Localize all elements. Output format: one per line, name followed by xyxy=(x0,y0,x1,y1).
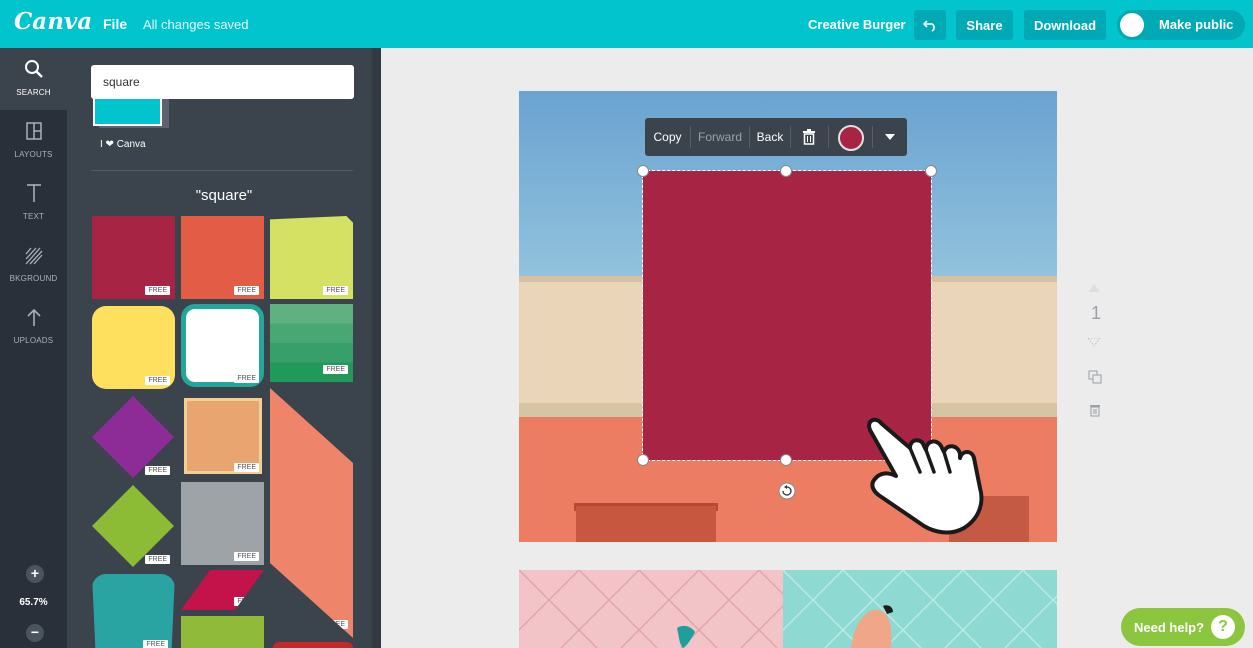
free-badge: FREE xyxy=(145,376,170,385)
upload-icon xyxy=(26,308,41,326)
rail-item-text[interactable]: TEXT xyxy=(0,172,67,234)
move-page-up-icon[interactable] xyxy=(1088,284,1100,292)
result-shape-red[interactable] xyxy=(273,642,353,648)
save-status: All changes saved xyxy=(143,17,249,32)
previous-section-label: I ❤ Canva xyxy=(100,139,146,150)
file-menu[interactable]: File xyxy=(103,16,127,32)
result-parallelogram-salmon[interactable]: FREE xyxy=(270,388,353,638)
delete-page-icon[interactable] xyxy=(1088,403,1102,417)
undo-icon xyxy=(923,20,935,32)
duplicate-page-icon[interactable] xyxy=(1088,370,1102,384)
result-square-orange[interactable]: FREE xyxy=(181,216,264,299)
result-rounded-yellow[interactable]: FREE xyxy=(92,306,175,389)
caret-down-icon xyxy=(885,134,895,140)
left-rail: SEARCH LAYOUTS TEXT BKGROUND UPLOADS xyxy=(0,48,67,648)
background-icon xyxy=(25,247,42,265)
download-button[interactable]: Download xyxy=(1024,10,1106,40)
tile-pattern-left xyxy=(519,570,838,648)
question-icon: ? xyxy=(1211,615,1235,639)
result-shape-teal[interactable]: FREE xyxy=(92,574,175,648)
rotate-handle-icon[interactable] xyxy=(778,482,796,500)
result-diamond-purple[interactable]: FREE xyxy=(91,395,175,479)
zoom-out-button[interactable]: − xyxy=(26,624,44,642)
undo-button[interactable] xyxy=(914,10,946,40)
resize-handle-bottom[interactable] xyxy=(780,454,792,466)
toggle-knob xyxy=(1120,13,1144,37)
background-bench xyxy=(576,506,716,542)
previous-result-thumb[interactable] xyxy=(93,98,162,126)
search-icon xyxy=(24,60,43,78)
resize-handle-top-left[interactable] xyxy=(637,165,649,177)
rail-item-search[interactable]: SEARCH xyxy=(0,48,67,110)
design-page-2[interactable] xyxy=(519,570,1057,648)
make-public-label: Make public xyxy=(1159,17,1234,32)
toolbar-separator xyxy=(828,126,829,148)
free-badge: FREE xyxy=(234,463,259,472)
color-swatch[interactable] xyxy=(838,125,864,151)
forward-button[interactable]: Forward xyxy=(691,118,749,156)
rail-label-background: BKGROUND xyxy=(9,274,58,283)
free-badge: FREE xyxy=(323,286,348,295)
panel-scrollbar[interactable] xyxy=(372,48,381,648)
resize-handle-top[interactable] xyxy=(780,165,792,177)
free-badge: FREE xyxy=(234,552,259,561)
back-button[interactable]: Back xyxy=(750,118,790,156)
rail-item-background[interactable]: BKGROUND xyxy=(0,234,67,296)
top-bar: Canva File All changes saved Creative Bu… xyxy=(0,0,1253,48)
results-title: "square" xyxy=(195,187,253,204)
page-2-image-left xyxy=(519,570,838,648)
search-panel: I ❤ Canva "square" FREE FREE FREE FREE F… xyxy=(67,48,381,648)
free-badge: FREE xyxy=(145,555,170,564)
delete-button[interactable] xyxy=(791,118,827,156)
free-badge: FREE xyxy=(234,374,259,383)
search-input[interactable] xyxy=(91,65,354,99)
share-button[interactable]: Share xyxy=(956,10,1013,40)
design-title[interactable]: Creative Burger xyxy=(808,17,906,32)
page-2-image-right xyxy=(764,570,1057,648)
help-label: Need help? xyxy=(1134,620,1205,635)
free-badge: FREE xyxy=(145,286,170,295)
free-badge: FREE xyxy=(234,597,259,606)
free-badge: FREE xyxy=(234,286,259,295)
text-icon xyxy=(26,184,41,202)
free-badge: FREE xyxy=(145,466,170,475)
result-square-crimson[interactable]: FREE xyxy=(92,216,175,299)
canva-logo[interactable]: Canva xyxy=(14,8,92,35)
result-diamond-green[interactable]: FREE xyxy=(91,484,175,568)
result-parallelogram-red[interactable]: FREE xyxy=(181,570,264,610)
rail-item-uploads[interactable]: UPLOADS xyxy=(0,296,67,358)
help-button[interactable]: Need help? ? xyxy=(1121,608,1245,646)
copy-button[interactable]: Copy xyxy=(645,118,690,156)
zoom-in-button[interactable]: + xyxy=(26,565,44,583)
layouts-icon xyxy=(25,122,42,140)
resize-handle-bottom-left[interactable] xyxy=(637,454,649,466)
divider xyxy=(91,170,353,171)
free-badge: FREE xyxy=(323,365,348,374)
rail-label-text: TEXT xyxy=(22,212,45,221)
page-number: 1 xyxy=(1091,303,1102,323)
result-rounded-outline[interactable]: FREE xyxy=(181,304,264,387)
tile-pattern-right xyxy=(764,570,1057,648)
free-badge: FREE xyxy=(143,640,168,648)
rail-label-layouts: LAYOUTS xyxy=(14,150,53,159)
free-badge: FREE xyxy=(323,620,348,629)
move-page-down-icon[interactable] xyxy=(1088,338,1100,346)
result-striped-green[interactable]: FREE xyxy=(270,304,353,382)
element-toolbar: Copy Forward Back xyxy=(645,118,907,156)
hand-cursor-icon xyxy=(867,417,984,535)
result-square-lime[interactable]: FREE xyxy=(270,216,353,299)
trash-icon xyxy=(803,129,815,145)
result-square-peach[interactable]: FREE xyxy=(184,398,262,474)
rail-item-layouts[interactable]: LAYOUTS xyxy=(0,110,67,172)
result-square-gray[interactable]: FREE xyxy=(181,482,264,565)
more-options-button[interactable] xyxy=(873,118,907,156)
make-public-toggle[interactable]: Make public xyxy=(1117,10,1245,40)
zoom-level: 65.7% xyxy=(19,597,48,608)
rail-label-search: SEARCH xyxy=(16,88,51,97)
rail-label-uploads: UPLOADS xyxy=(13,336,54,345)
resize-handle-top-right[interactable] xyxy=(925,165,937,177)
result-square-olive[interactable] xyxy=(181,616,264,648)
